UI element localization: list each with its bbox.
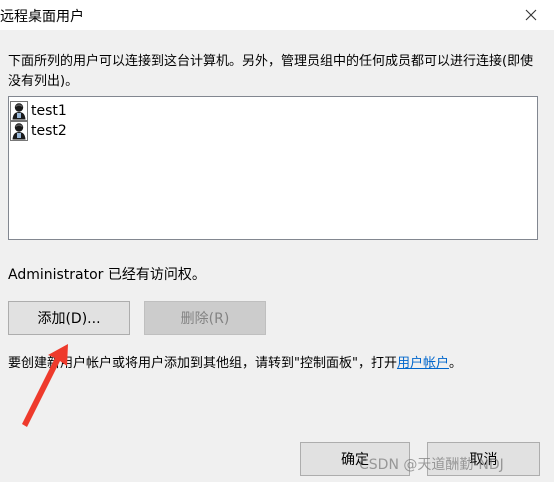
dialog-body: 下面所列的用户可以连接到这台计算机。另外，管理员组中的任何成员都可以进行连接(即… — [0, 30, 554, 482]
close-icon — [525, 9, 537, 21]
user-accounts-link[interactable]: 用户帐户 — [397, 356, 449, 371]
title-bar: 远程桌面用户 — [0, 0, 554, 30]
admin-note: Administrator 已经有访问权。 — [8, 267, 206, 283]
footer-text-end: 。 — [448, 356, 462, 371]
user-icon — [10, 121, 28, 141]
footer-note: 要创建新用户帐户或将用户添加到其他组，请转到"控制面板"，打开用户帐户。 — [8, 352, 462, 371]
user-list[interactable]: test1 test2 — [8, 96, 538, 240]
intro-text: 下面所列的用户可以连接到这台计算机。另外，管理员组中的任何成员都可以进行连接(即… — [8, 54, 534, 89]
ok-button[interactable]: 确定 — [300, 442, 410, 476]
remove-button: 删除(R) — [144, 301, 266, 335]
user-icon — [10, 101, 28, 121]
user-name: test1 — [31, 103, 67, 119]
add-button[interactable]: 添加(D)... — [8, 301, 130, 335]
close-button[interactable] — [508, 0, 554, 30]
list-item[interactable]: test1 — [10, 101, 67, 121]
cancel-button[interactable]: 取消 — [427, 442, 540, 476]
list-item[interactable]: test2 — [10, 121, 67, 141]
window-title: 远程桌面用户 — [0, 9, 84, 25]
user-name: test2 — [31, 123, 67, 139]
footer-text: 要创建新用户帐户或将用户添加到其他组，请转到"控制面板"，打开 — [8, 356, 397, 371]
